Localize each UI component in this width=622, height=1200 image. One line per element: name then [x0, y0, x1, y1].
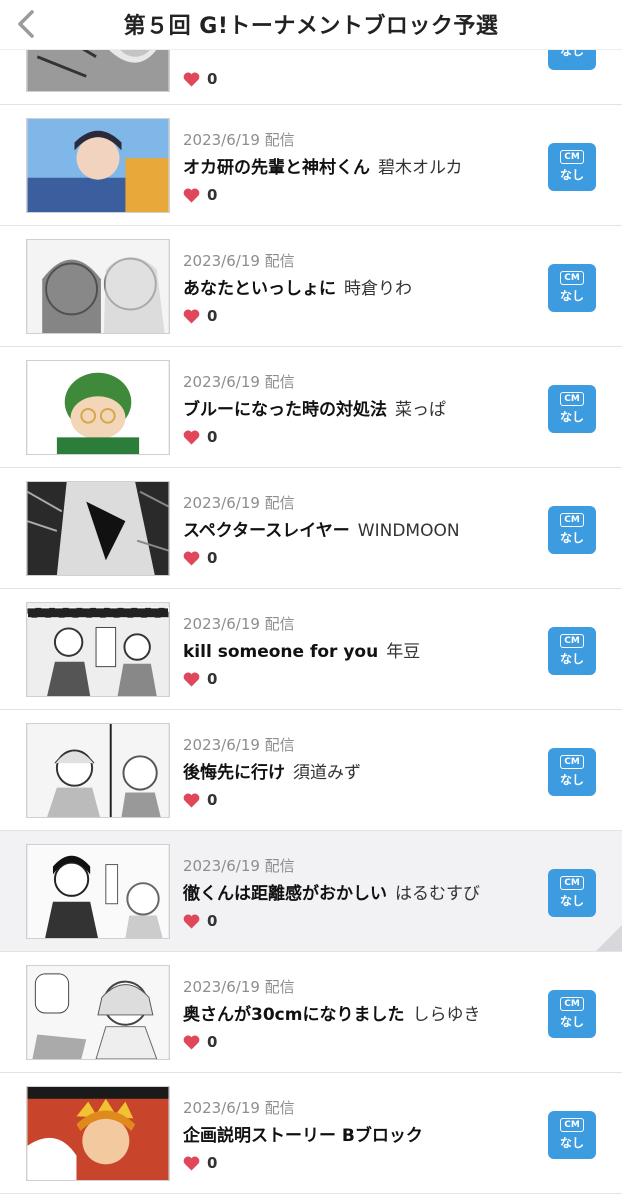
release-date: 2023/6/19 配信: [183, 131, 295, 149]
cm-free-badge[interactable]: CM なし: [548, 385, 596, 433]
like-count: 0: [183, 186, 217, 204]
episode-thumbnail: [26, 723, 170, 818]
episode-title-line: 企画説明ストーリー Bブロック: [183, 1121, 431, 1146]
episode-title: 企画説明ストーリー Bブロック: [183, 1126, 423, 1146]
episode-title: kill someone for you: [183, 642, 379, 662]
episode-thumbnail: [26, 239, 170, 334]
episode-title-line: オカ研の先輩と神村くん 碧木オルカ: [183, 153, 463, 178]
heart-icon: [183, 188, 200, 203]
episode-title-line: 徹くんは距離感がおかしい はるむすび: [183, 879, 480, 904]
like-count: 0: [183, 549, 217, 567]
cm-free-badge[interactable]: CM なし: [548, 506, 596, 554]
author-name: 年豆: [386, 642, 421, 662]
like-count: 0: [183, 912, 217, 930]
episode-row[interactable]: 2023/6/19 配信 後悔先に行け 須道みず 0 CM なし: [0, 710, 622, 831]
heart-icon: [183, 72, 200, 87]
heart-icon: [183, 793, 200, 808]
episode-title: スペクタースレイヤー: [183, 521, 350, 541]
heart-icon: [183, 309, 200, 324]
episode-title-line: あなたといっしょに 時倉りわ: [183, 274, 412, 299]
episode-row[interactable]: 2023/6/19 配信 オカ研の先輩と神村くん 碧木オルカ 0 CM なし: [0, 105, 622, 226]
episode-title-line: スペクタースレイヤー WINDMOON: [183, 516, 460, 541]
cm-free-badge[interactable]: CM なし: [548, 869, 596, 917]
author-name: しらゆき: [412, 1005, 481, 1025]
release-date: 2023/6/19 配信: [183, 1099, 295, 1117]
episode-title: 奥さんが30cmになりました: [183, 1005, 405, 1025]
author-name: はるむすび: [395, 884, 480, 904]
episode-title: 後悔先に行け: [183, 763, 285, 783]
cm-free-badge[interactable]: CM なし: [548, 627, 596, 675]
release-date: 2023/6/19 配信: [183, 736, 295, 754]
episode-thumbnail: [26, 965, 170, 1060]
release-date: 2023/6/19 配信: [183, 978, 295, 996]
heart-icon: [183, 672, 200, 687]
heart-icon: [183, 551, 200, 566]
page-title: 第５回 G!トーナメントブロック予選: [123, 14, 499, 39]
heart-icon: [183, 430, 200, 445]
episode-thumbnail: [26, 118, 170, 213]
release-date: 2023/6/19 配信: [183, 857, 295, 875]
like-count: 0: [183, 1033, 217, 1051]
like-count: 0: [183, 70, 217, 88]
episode-row[interactable]: 2023/6/19 配信 ブルーになった時の対処法 菜っぱ 0 CM なし: [0, 347, 622, 468]
heart-icon: [183, 1156, 200, 1171]
episode-title-line: ブルーになった時の対処法 菜っぱ: [183, 395, 446, 420]
page-curl-icon: [596, 925, 622, 951]
cm-free-badge[interactable]: CM なし: [548, 990, 596, 1038]
heart-icon: [183, 914, 200, 929]
episode-row[interactable]: 2023/6/19 配信 スペクタースレイヤー WINDMOON 0 CM なし: [0, 468, 622, 589]
cm-free-badge[interactable]: CM なし: [548, 143, 596, 191]
episode-title: 徹くんは距離感がおかしい: [183, 884, 387, 904]
episode-title-line: 奥さんが30cmになりました しらゆき: [183, 1000, 480, 1025]
release-date: 2023/6/19 配信: [183, 494, 295, 512]
like-count: 0: [183, 670, 217, 688]
episode-list: 0 なし 2023/6/19 配信 オカ研の先輩と神村くん 碧木オルカ 0 CM …: [0, 0, 622, 1194]
heart-icon: [183, 1035, 200, 1050]
like-count: 0: [183, 307, 217, 325]
release-date: 2023/6/19 配信: [183, 252, 295, 270]
episode-thumbnail: [26, 602, 170, 697]
episode-row[interactable]: 2023/6/19 配信 あなたといっしょに 時倉りわ 0 CM なし: [0, 226, 622, 347]
episode-title: オカ研の先輩と神村くん: [183, 158, 370, 178]
cm-free-badge[interactable]: CM なし: [548, 1111, 596, 1159]
episode-row[interactable]: 2023/6/19 配信 kill someone for you 年豆 0 CM…: [0, 589, 622, 710]
episode-thumbnail: [26, 844, 170, 939]
episode-thumbnail: [26, 481, 170, 576]
episode-row[interactable]: 2023/6/19 配信 企画説明ストーリー Bブロック 0 CM なし: [0, 1073, 622, 1194]
app-header: 第５回 G!トーナメントブロック予選: [0, 0, 622, 50]
author-name: 菜っぱ: [395, 400, 446, 420]
author-name: 須道みず: [293, 763, 361, 783]
cm-free-badge[interactable]: CM なし: [548, 748, 596, 796]
like-count: 0: [183, 1154, 217, 1172]
episode-title: あなたといっしょに: [183, 279, 336, 299]
author-name: WINDMOON: [357, 521, 460, 541]
like-count: 0: [183, 791, 217, 809]
episode-thumbnail: [26, 360, 170, 455]
episode-title-line: 後悔先に行け 須道みず: [183, 758, 361, 783]
episode-row[interactable]: 2023/6/19 配信 奥さんが30cmになりました しらゆき 0 CM なし: [0, 952, 622, 1073]
episode-thumbnail: [26, 1086, 170, 1181]
author-name: 碧木オルカ: [378, 158, 463, 178]
release-date: 2023/6/19 配信: [183, 373, 295, 391]
author-name: 時倉りわ: [344, 279, 412, 299]
like-count: 0: [183, 428, 217, 446]
episode-title: ブルーになった時の対処法: [183, 400, 387, 420]
episode-row[interactable]: 2023/6/19 配信 徹くんは距離感がおかしい はるむすび 0 CM なし: [0, 831, 622, 952]
cm-free-badge[interactable]: CM なし: [548, 264, 596, 312]
release-date: 2023/6/19 配信: [183, 615, 295, 633]
episode-title-line: kill someone for you 年豆: [183, 637, 420, 662]
